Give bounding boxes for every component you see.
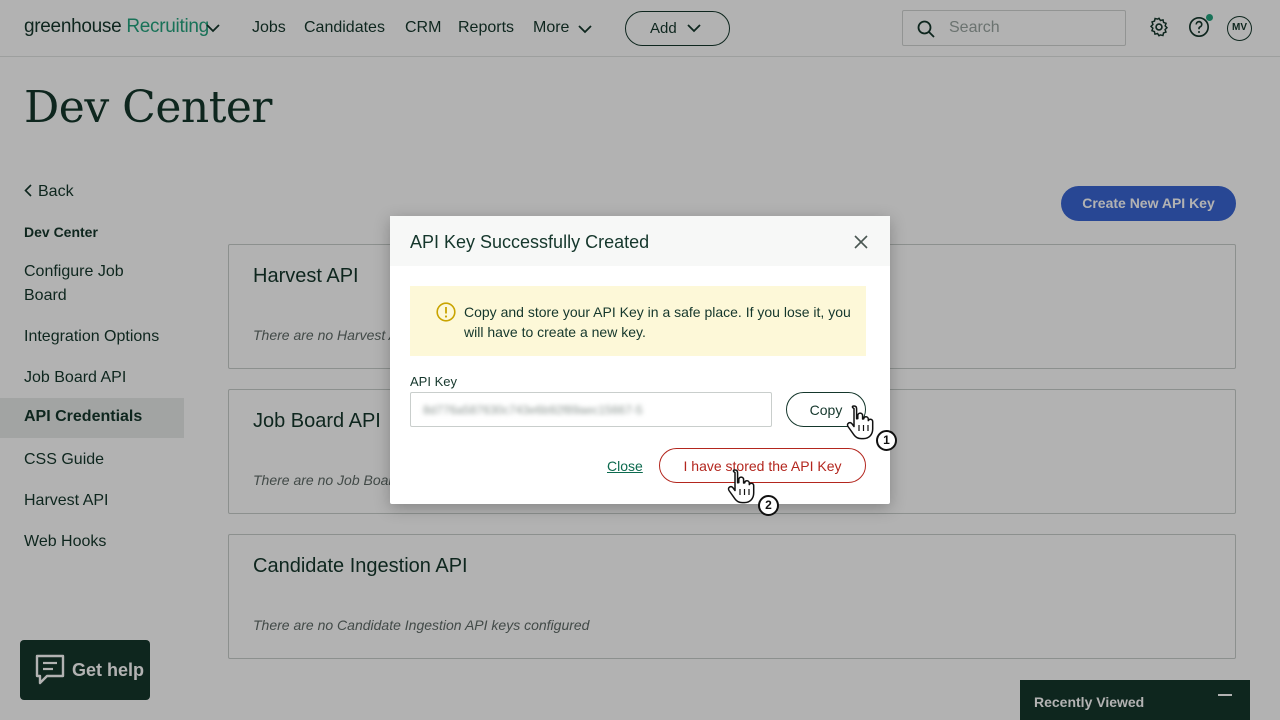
api-key-label: API Key: [410, 374, 457, 389]
step-1-badge: 1: [876, 430, 897, 451]
warning-text: Copy and store your API Key in a safe pl…: [464, 304, 851, 340]
hand-cursor-icon: [846, 405, 874, 440]
warning-banner: Copy and store your API Key in a safe pl…: [410, 286, 866, 356]
close-icon[interactable]: [854, 235, 868, 249]
dialog-title: API Key Successfully Created: [410, 232, 650, 252]
warning-icon: [436, 302, 456, 322]
hand-cursor-icon: [727, 469, 755, 504]
api-key-value: 8d776a587630c743e6b92f89aec15667-5: [423, 403, 643, 417]
dialog-header: API Key Successfully Created: [390, 216, 890, 266]
step-2-badge: 2: [758, 495, 779, 516]
close-link[interactable]: Close: [607, 458, 643, 474]
api-key-created-dialog: API Key Successfully Created Copy and st…: [390, 216, 890, 504]
api-key-field[interactable]: 8d776a587630c743e6b92f89aec15667-5: [410, 392, 772, 427]
stored-api-key-button[interactable]: I have stored the API Key: [659, 448, 866, 483]
